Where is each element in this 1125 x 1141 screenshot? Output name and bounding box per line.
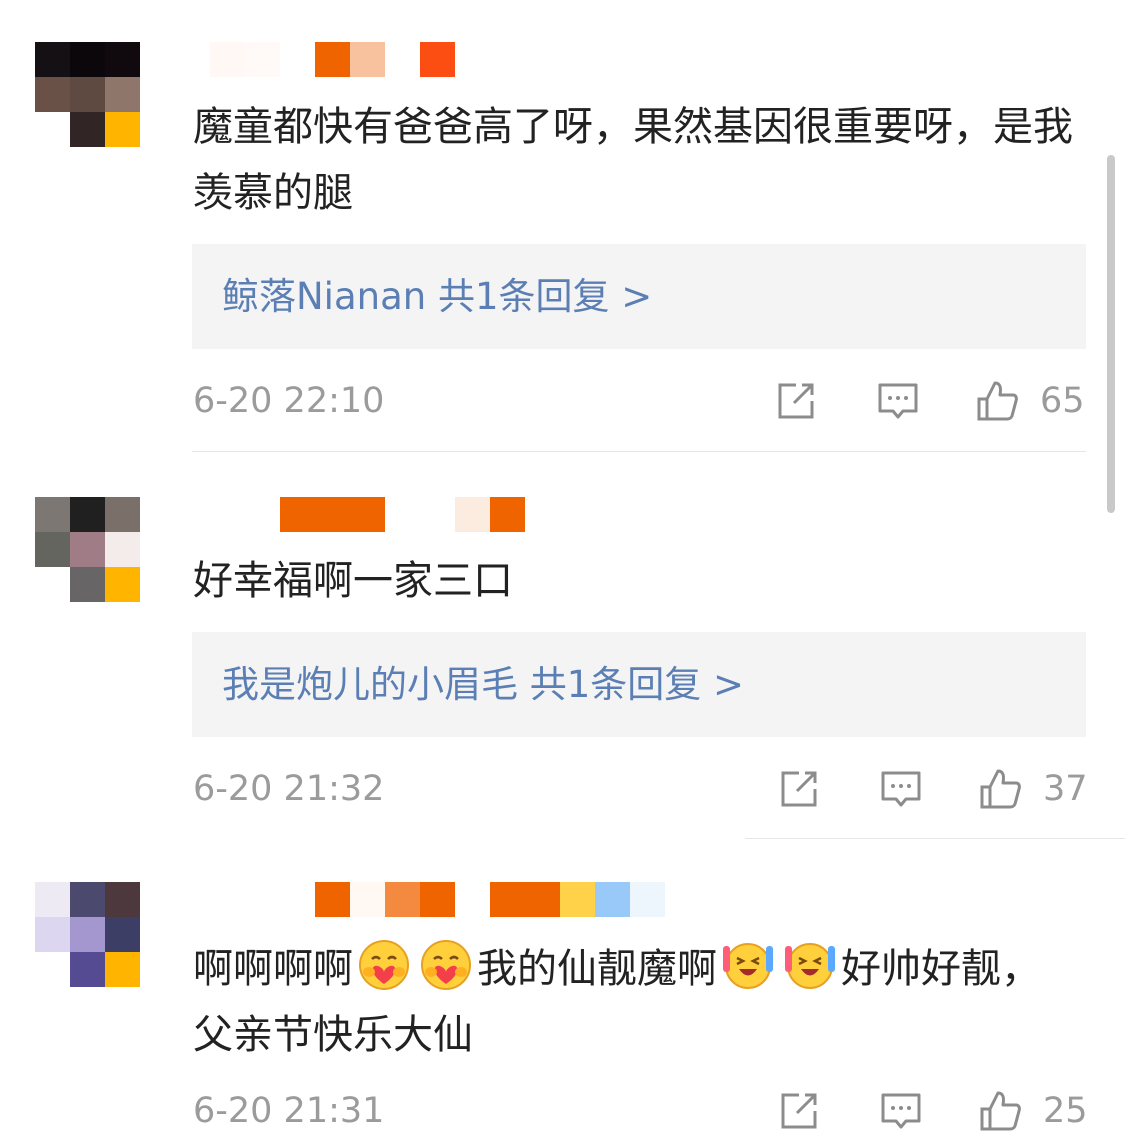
comment-item: 啊啊啊啊 我的仙靓魔啊 好帅好靓，父亲节快乐大仙 6-20 21:31 25 (0, 0, 1125, 1131)
timestamp: 6-20 21:31 (193, 1091, 385, 1131)
verified-badge (105, 952, 140, 987)
scrollbar[interactable] (1107, 155, 1115, 513)
comment-text-part: 我的仙靓魔啊 (477, 946, 717, 992)
comment-text: 啊啊啊啊 我的仙靓魔啊 好帅好靓，父亲节快乐大仙 (193, 936, 1073, 1068)
share-icon[interactable] (777, 1089, 821, 1133)
thumbs-up-icon[interactable] (978, 1089, 1022, 1133)
comment-text-part: 啊啊啊啊 (193, 946, 353, 992)
like-count: 25 (1043, 1091, 1088, 1131)
comment-icon[interactable] (879, 1089, 923, 1133)
laugh-cheer-emoji (723, 943, 773, 989)
hug-heart-emoji (421, 940, 471, 990)
laugh-cheer-emoji (785, 943, 835, 989)
avatar[interactable] (35, 882, 140, 987)
hug-heart-emoji (359, 940, 409, 990)
comment-meta: 6-20 21:31 25 (0, 1081, 1125, 1141)
